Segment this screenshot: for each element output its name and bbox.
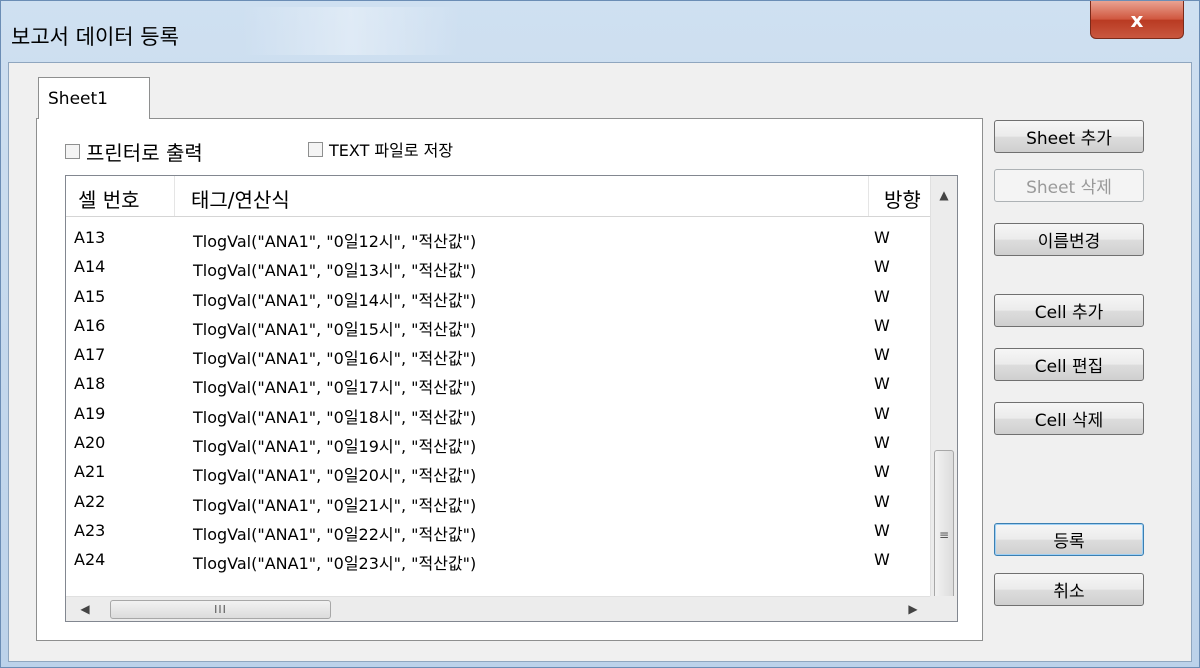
row-cell: A14 — [74, 257, 106, 277]
row-expression: TlogVal("ANA1", "0일18시", "적산값") — [193, 407, 477, 427]
row-direction: W — [874, 403, 890, 423]
print-checkbox[interactable] — [65, 144, 80, 159]
row-direction: W — [874, 345, 890, 365]
vertical-scroll-thumb[interactable]: ≡ — [934, 450, 954, 620]
table-row[interactable]: A15 TlogVal("ANA1", "0일14시", "적산값") W — [66, 283, 930, 312]
save-text-option[interactable]: TEXT 파일로 저장 — [308, 137, 453, 161]
rename-button[interactable]: 이름변경 — [994, 223, 1144, 256]
horizontal-scroll-thumb[interactable]: III — [110, 600, 331, 619]
table-row[interactable]: A16 TlogVal("ANA1", "0일15시", "적산값") W — [66, 312, 930, 341]
delete-sheet-button[interactable]: Sheet 삭제 — [994, 169, 1144, 202]
close-icon: x — [1130, 7, 1144, 32]
print-label: 프린터로 출력 — [86, 141, 203, 165]
edit-cell-button[interactable]: Cell 편집 — [994, 348, 1144, 381]
print-option[interactable]: 프린터로 출력 — [65, 137, 203, 166]
row-expression: TlogVal("ANA1", "0일15시", "적산값") — [193, 319, 477, 339]
table-row[interactable]: A21 TlogVal("ANA1", "0일20시", "적산값") W — [66, 458, 930, 487]
table-row[interactable]: A13 TlogVal("ANA1", "0일12시", "적산값") W — [66, 224, 930, 253]
save-text-checkbox[interactable] — [308, 141, 323, 157]
horizontal-scrollbar[interactable]: ◀ III ▶ — [66, 596, 930, 621]
grip-icon: ≡ — [938, 528, 950, 542]
scroll-up-icon[interactable]: ▲ — [931, 182, 957, 208]
table-row[interactable]: A14 TlogVal("ANA1", "0일13시", "적산값") W — [66, 253, 930, 282]
table-row[interactable]: A17 TlogVal("ANA1", "0일16시", "적산값") W — [66, 341, 930, 370]
dialog-window: 보고서 데이터 등록 x Sheet1 프린터로 출력 TEXT 파일로 저장 … — [0, 0, 1200, 668]
row-expression: TlogVal("ANA1", "0일19시", "적산값") — [193, 437, 477, 457]
header-cell-number[interactable]: 셀 번호 — [78, 184, 140, 213]
row-direction: W — [874, 315, 890, 335]
row-direction: W — [874, 491, 890, 511]
row-expression: TlogVal("ANA1", "0일22시", "적산값") — [193, 524, 477, 544]
row-expression: TlogVal("ANA1", "0일21시", "적산값") — [193, 495, 477, 515]
list-rows: A13 TlogVal("ANA1", "0일12시", "적산값") W A14 T… — [66, 224, 930, 576]
row-cell: A18 — [74, 374, 106, 394]
row-direction: W — [874, 433, 890, 453]
cell-list[interactable]: 셀 번호 태그/연산식 방향 A13 TlogVal("ANA1", "0일12시… — [65, 175, 958, 622]
row-cell: A23 — [74, 520, 106, 540]
close-button[interactable]: x — [1090, 1, 1184, 39]
add-cell-button[interactable]: Cell 추가 — [994, 294, 1144, 327]
scroll-right-icon[interactable]: ▶ — [900, 597, 926, 621]
vertical-scrollbar[interactable]: ▲ ≡ ▼ — [930, 176, 957, 620]
header-direction[interactable]: 방향 — [884, 184, 930, 213]
row-expression: TlogVal("ANA1", "0일14시", "적산값") — [193, 290, 477, 310]
table-row[interactable]: A22 TlogVal("ANA1", "0일21시", "적산값") W — [66, 488, 930, 517]
title-glass-highlight — [241, 7, 461, 55]
row-cell: A20 — [74, 433, 106, 453]
row-cell: A19 — [74, 403, 106, 423]
row-cell: A21 — [74, 462, 106, 482]
list-header: 셀 번호 태그/연산식 방향 — [66, 176, 930, 217]
row-expression: TlogVal("ANA1", "0일20시", "적산값") — [193, 466, 477, 486]
cancel-button[interactable]: 취소 — [994, 573, 1144, 606]
header-divider — [868, 176, 869, 216]
row-direction: W — [874, 520, 890, 540]
delete-cell-button[interactable]: Cell 삭제 — [994, 402, 1144, 435]
row-cell: A16 — [74, 315, 106, 335]
register-button[interactable]: 등록 — [994, 523, 1144, 556]
header-tag-expression[interactable]: 태그/연산식 — [191, 184, 290, 213]
save-text-label: TEXT 파일로 저장 — [329, 141, 454, 160]
row-direction: W — [874, 550, 890, 570]
window-title: 보고서 데이터 등록 — [11, 25, 179, 49]
row-direction: W — [874, 374, 890, 394]
row-expression: TlogVal("ANA1", "0일12시", "적산값") — [193, 232, 477, 251]
table-row[interactable]: A23 TlogVal("ANA1", "0일22시", "적산값") W — [66, 517, 930, 546]
table-row[interactable]: A19 TlogVal("ANA1", "0일18시", "적산값") W — [66, 400, 930, 429]
table-row[interactable]: A18 TlogVal("ANA1", "0일17시", "적산값") W — [66, 370, 930, 399]
row-expression: TlogVal("ANA1", "0일17시", "적산값") — [193, 378, 477, 398]
scroll-left-icon[interactable]: ◀ — [72, 597, 98, 621]
row-cell: A13 — [74, 228, 106, 247]
title-bar: 보고서 데이터 등록 x — [1, 1, 1199, 63]
row-cell: A24 — [74, 550, 106, 570]
tab-label: Sheet1 — [48, 88, 108, 109]
row-expression: TlogVal("ANA1", "0일13시", "적산값") — [193, 261, 477, 281]
row-cell: A22 — [74, 491, 106, 511]
table-row[interactable]: A20 TlogVal("ANA1", "0일19시", "적산값") W — [66, 429, 930, 458]
scroll-corner — [930, 596, 957, 621]
add-sheet-button[interactable]: Sheet 추가 — [994, 120, 1144, 153]
row-direction: W — [874, 286, 890, 306]
row-direction: W — [874, 228, 890, 247]
table-row[interactable]: A24 TlogVal("ANA1", "0일23시", "적산값") W — [66, 546, 930, 575]
row-direction: W — [874, 462, 890, 482]
tab-sheet1[interactable]: Sheet1 — [38, 77, 150, 119]
row-expression: TlogVal("ANA1", "0일23시", "적산값") — [193, 554, 477, 574]
row-expression: TlogVal("ANA1", "0일16시", "적산값") — [193, 349, 477, 369]
header-divider — [174, 176, 175, 216]
grip-icon: III — [214, 603, 227, 616]
row-cell: A15 — [74, 286, 106, 306]
row-direction: W — [874, 257, 890, 277]
row-cell: A17 — [74, 345, 106, 365]
